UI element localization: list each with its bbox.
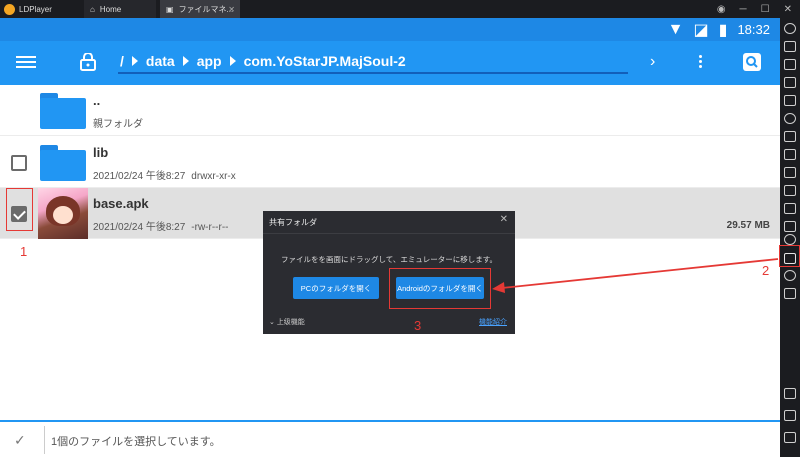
tab-home[interactable]: ⌂ Home — [84, 0, 156, 18]
folder-icon — [40, 93, 86, 129]
emulator-titlebar: LDPlayer ⌂ Home ▣ ファイルマネ... ✕ ◉ ─ ☐ ✕ — [0, 0, 800, 18]
dialog-description: ファイルをを画面にドラッグして、エミュレーターに移します。 — [281, 255, 497, 264]
breadcrumb-arrow-icon — [182, 56, 189, 66]
file-name: .. — [93, 93, 101, 108]
wifi-icon: ▼ — [667, 20, 684, 38]
gamepad-icon[interactable]: ◉ — [717, 4, 726, 15]
menu-icon[interactable] — [16, 53, 36, 73]
app-toolbar: / data app com.YoStarJP.MajSoul-2 › — [0, 41, 780, 85]
breadcrumb-underline — [118, 72, 628, 74]
file-permissions: -rw-r--r-- — [191, 222, 229, 233]
volume-up-icon[interactable] — [784, 59, 796, 70]
check-icon[interactable]: ✓ — [14, 432, 26, 449]
no-signal-icon: ◪ — [693, 21, 709, 39]
tab-close-icon[interactable]: ✕ — [228, 5, 235, 14]
annotation-arrow — [492, 258, 779, 293]
home-icon: ⌂ — [90, 4, 95, 14]
file-meta: 親フォルダ — [93, 119, 143, 130]
advanced-features-label: 上级機能 — [276, 319, 305, 326]
file-date: 2021/02/24 午後8:27 — [93, 222, 186, 233]
add-apk-icon[interactable] — [784, 131, 796, 142]
screenshot-icon[interactable] — [784, 95, 796, 106]
emulator-sidebar — [780, 18, 800, 457]
keyboard-icon[interactable] — [784, 41, 796, 52]
location-icon[interactable] — [784, 270, 796, 281]
annotation-number-1: 1 — [20, 244, 28, 259]
record-icon[interactable] — [784, 149, 796, 160]
list-item-lib[interactable]: lib 2021/02/24 午後8:27 drwxr-xr-x — [0, 137, 780, 188]
open-pc-folder-button[interactable]: PCのフォルダを開く — [293, 277, 379, 299]
breadcrumb-data[interactable]: data — [146, 53, 175, 69]
lock-icon[interactable] — [80, 53, 96, 71]
shake-icon[interactable] — [784, 288, 796, 299]
file-name: lib — [93, 145, 109, 160]
settings-icon[interactable] — [784, 23, 796, 34]
annotation-box-1 — [6, 188, 33, 231]
breadcrumb-package[interactable]: com.YoStarJP.MajSoul-2 — [244, 53, 406, 69]
back-icon[interactable] — [784, 388, 796, 399]
volume-down-icon[interactable] — [784, 77, 796, 88]
feature-intro-link[interactable]: 機能紹介 — [479, 317, 507, 327]
breadcrumb-arrow-icon — [131, 56, 138, 66]
app-name: LDPlayer — [19, 4, 52, 14]
search-icon[interactable] — [743, 53, 761, 71]
file-size: 29.57 MB — [726, 220, 770, 231]
dialog-title: 共有フォルダ — [269, 218, 317, 227]
file-permissions: drwxr-xr-x — [191, 171, 236, 182]
tab-file-manager[interactable]: ▣ ファイルマネ... ✕ — [160, 0, 240, 18]
dialog-close-icon[interactable]: ✕ — [500, 214, 508, 225]
selection-bar: ✓ 1個のファイルを選択しています。 — [0, 420, 780, 457]
battery-icon: ▮ — [718, 21, 728, 39]
minimize-button[interactable]: ─ — [740, 4, 747, 15]
selection-message: 1個のファイルを選択しています。 — [51, 436, 221, 448]
select-checkbox[interactable] — [11, 155, 27, 171]
advanced-features-toggle[interactable]: ⌄ 上级機能 — [269, 317, 305, 327]
file-name: base.apk — [93, 196, 149, 211]
recent-apps-icon[interactable] — [784, 432, 796, 443]
scissors-icon[interactable] — [784, 167, 796, 178]
sync-icon[interactable] — [784, 203, 796, 214]
close-button[interactable]: ✕ — [784, 4, 792, 15]
breadcrumb-app[interactable]: app — [197, 53, 222, 69]
annotation-number-3: 3 — [414, 318, 422, 333]
annotation-box-2 — [779, 245, 800, 267]
android-statusbar: ▼ ◪ ▮ 18:32 — [0, 18, 780, 41]
tab-home-label: Home — [99, 4, 122, 14]
list-item-parent[interactable]: .. 親フォルダ — [0, 85, 780, 136]
tab-file-manager-label: ファイルマネ... — [178, 4, 234, 14]
dialog-divider — [263, 233, 515, 234]
breadcrumb-root[interactable]: / — [120, 53, 124, 69]
home-nav-icon[interactable] — [784, 410, 796, 421]
status-time: 18:32 — [737, 22, 770, 37]
ldplayer-logo-icon — [4, 3, 15, 15]
rotate-icon[interactable] — [784, 113, 796, 124]
file-meta: 2021/02/24 午後8:27 drwxr-xr-x — [93, 167, 236, 182]
folder-icon: ▣ — [166, 4, 174, 14]
folder-icon — [40, 145, 86, 181]
macro-icon[interactable] — [784, 221, 796, 232]
window-controls: ◉ ─ ☐ ✕ — [717, 4, 800, 15]
annotation-box-3 — [389, 268, 491, 309]
chevron-right-icon[interactable]: › — [650, 53, 655, 71]
maximize-button[interactable]: ☐ — [761, 4, 770, 15]
file-meta: 2021/02/24 午後8:27 -rw-r--r-- — [93, 218, 229, 233]
breadcrumb-arrow-icon — [229, 56, 236, 66]
more-options-icon[interactable] — [697, 53, 703, 71]
divider — [44, 426, 45, 454]
file-date: 2021/02/24 午後8:27 — [93, 171, 186, 182]
video-icon[interactable] — [784, 185, 796, 196]
cpu-icon[interactable] — [784, 234, 796, 245]
emulator-brand: LDPlayer — [0, 3, 80, 15]
apk-thumbnail — [38, 188, 88, 239]
breadcrumb: / data app com.YoStarJP.MajSoul-2 — [120, 53, 406, 69]
